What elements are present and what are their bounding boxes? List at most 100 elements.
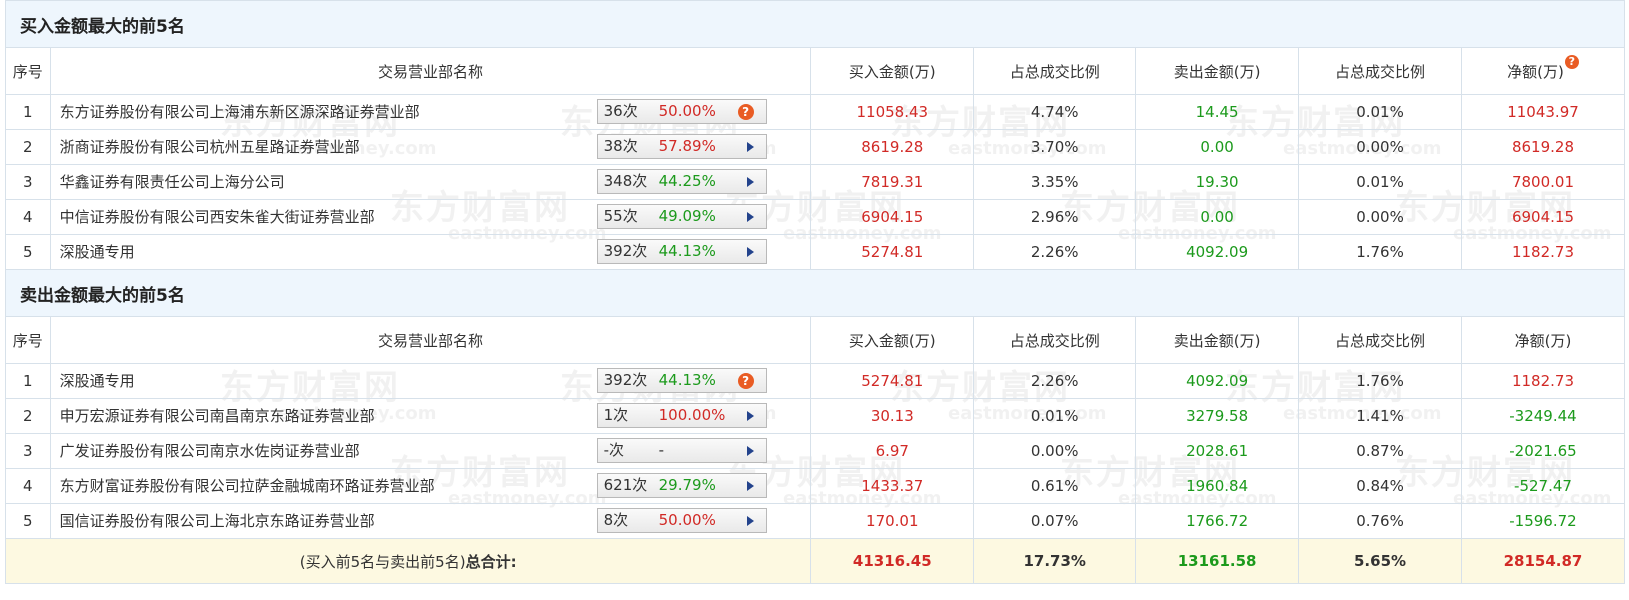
right-arrow-icon[interactable] bbox=[746, 411, 754, 421]
net-amount: 7800.01 bbox=[1460, 164, 1626, 200]
right-arrow-icon[interactable] bbox=[746, 212, 754, 222]
sell-ratio: 1.76% bbox=[1298, 363, 1462, 399]
branch-name[interactable]: 华鑫证券有限责任公司上海分公司 bbox=[60, 166, 285, 199]
branch-name[interactable]: 中信证券股份有限公司西安朱雀大街证券营业部 bbox=[60, 201, 375, 234]
buy-amount: 5274.81 bbox=[810, 234, 975, 270]
branch-cell: 华鑫证券有限责任公司上海分公司 348次 44.25% bbox=[49, 164, 812, 200]
branch-cell: 东方证券股份有限公司上海浦东新区源深路证券营业部 36次 50.00%? bbox=[49, 94, 812, 130]
buy-amount: 6904.15 bbox=[810, 199, 975, 235]
buy-ratio: 2.96% bbox=[973, 199, 1137, 235]
history-stats-button[interactable]: 8次 50.00% bbox=[596, 508, 767, 533]
col-sell-ratio: 占总成交比例 bbox=[1298, 47, 1462, 95]
row-seq: 1 bbox=[5, 94, 51, 130]
sell-ratio: 0.76% bbox=[1298, 503, 1462, 539]
question-icon[interactable]: ? bbox=[737, 373, 754, 389]
sell-ratio: 0.00% bbox=[1298, 129, 1462, 165]
table-row: 5 国信证券股份有限公司上海北京东路证券营业部 8次 50.00% 170.01 0.07… bbox=[5, 503, 1626, 539]
history-stats-button[interactable]: 392次 44.13% bbox=[596, 239, 767, 264]
col-net: 净额(万) bbox=[1460, 316, 1626, 364]
branch-cell: 浙商证券股份有限公司杭州五星路证券营业部 38次 57.89% bbox=[49, 129, 812, 165]
net-amount: 1182.73 bbox=[1460, 363, 1626, 399]
win-rate: 50.00% bbox=[658, 511, 716, 529]
history-stats-button[interactable]: 1次 100.00% bbox=[596, 403, 767, 428]
table-row: 1 东方证券股份有限公司上海浦东新区源深路证券营业部 36次 50.00%? 11058… bbox=[5, 94, 1626, 130]
total-label: (买入前5名与卖出前5名)总合计: bbox=[4, 538, 812, 584]
sell-amount: 4092.09 bbox=[1135, 363, 1300, 399]
sell-ratio: 1.76% bbox=[1298, 234, 1462, 270]
right-arrow-icon[interactable] bbox=[746, 177, 754, 187]
buy-ratio: 3.35% bbox=[973, 164, 1137, 200]
history-stats-button[interactable]: -次 - bbox=[596, 438, 767, 463]
right-arrow-icon[interactable] bbox=[746, 481, 754, 491]
table-row: 3 广发证券股份有限公司南京水佐岗证券营业部 -次 - 6.97 0.00% 2028.61… bbox=[5, 433, 1626, 469]
total-net: 28154.87 bbox=[1460, 538, 1626, 584]
branch-name[interactable]: 申万宏源证券有限公司南昌南京东路证券营业部 bbox=[60, 400, 375, 433]
win-rate: 57.89% bbox=[658, 137, 716, 155]
section-title: 买入金额最大的前5名 bbox=[5, 0, 1625, 48]
net-amount: -3249.44 bbox=[1460, 398, 1626, 434]
history-stats-button[interactable]: 38次 57.89% bbox=[596, 134, 767, 159]
history-stats-button[interactable]: 36次 50.00%? bbox=[596, 99, 767, 124]
right-arrow-icon[interactable] bbox=[746, 516, 754, 526]
branch-cell: 东方财富证券股份有限公司拉萨金融城南环路证券营业部 621次 29.79% bbox=[49, 468, 812, 504]
history-stats-button[interactable]: 348次 44.25% bbox=[596, 169, 767, 194]
dragon-tiger-table: 买入金额最大的前5名 序号 交易营业部名称 买入金额(万) 占总成交比例 卖出金额(万) 占… bbox=[4, 0, 1626, 584]
buy-amount: 30.13 bbox=[810, 398, 975, 434]
branch-cell: 中信证券股份有限公司西安朱雀大街证券营业部 55次 49.09% bbox=[49, 199, 812, 235]
question-icon[interactable]: ? bbox=[1564, 54, 1579, 69]
col-buy: 买入金额(万) bbox=[810, 47, 975, 95]
buy-amount: 8619.28 bbox=[810, 129, 975, 165]
net-amount: 1182.73 bbox=[1460, 234, 1626, 270]
buy-amount: 5274.81 bbox=[810, 363, 975, 399]
branch-cell: 深股通专用 392次 44.13%? bbox=[49, 363, 812, 399]
column-header-row: 序号 交易营业部名称 买入金额(万) 占总成交比例 卖出金额(万) 占总成交比例 净额(万)… bbox=[5, 47, 1626, 95]
win-rate: 44.13% bbox=[658, 242, 716, 260]
right-arrow-icon[interactable] bbox=[746, 446, 754, 456]
col-buy-ratio: 占总成交比例 bbox=[973, 47, 1137, 95]
col-net-label: 净额(万) bbox=[1514, 331, 1572, 350]
sell-amount: 19.30 bbox=[1135, 164, 1300, 200]
buy-amount: 1433.37 bbox=[810, 468, 975, 504]
buy-ratio: 0.07% bbox=[973, 503, 1137, 539]
right-arrow-icon[interactable] bbox=[746, 247, 754, 257]
branch-cell: 申万宏源证券有限公司南昌南京东路证券营业部 1次 100.00% bbox=[49, 398, 812, 434]
buy-amount: 7819.31 bbox=[810, 164, 975, 200]
table-row: 2 申万宏源证券有限公司南昌南京东路证券营业部 1次 100.00% 30.13 0.01… bbox=[5, 398, 1626, 434]
net-amount: 11043.97 bbox=[1460, 94, 1626, 130]
buy-ratio: 2.26% bbox=[973, 234, 1137, 270]
sell-amount: 2028.61 bbox=[1135, 433, 1300, 469]
buy-ratio: 0.61% bbox=[973, 468, 1137, 504]
branch-name[interactable]: 深股通专用 bbox=[60, 365, 135, 398]
branch-name[interactable]: 浙商证券股份有限公司杭州五星路证券营业部 bbox=[60, 131, 360, 164]
sell-amount: 4092.09 bbox=[1135, 234, 1300, 270]
branch-name[interactable]: 东方财富证券股份有限公司拉萨金融城南环路证券营业部 bbox=[60, 470, 435, 503]
col-name: 交易营业部名称 bbox=[49, 316, 812, 364]
listing-count: 348次 bbox=[603, 172, 648, 190]
question-icon[interactable]: ? bbox=[737, 104, 754, 120]
sell-amount: 1766.72 bbox=[1135, 503, 1300, 539]
branch-cell: 国信证券股份有限公司上海北京东路证券营业部 8次 50.00% bbox=[49, 503, 812, 539]
sell-ratio: 0.01% bbox=[1298, 94, 1462, 130]
buy-amount: 170.01 bbox=[810, 503, 975, 539]
sell-ratio: 1.41% bbox=[1298, 398, 1462, 434]
branch-name[interactable]: 东方证券股份有限公司上海浦东新区源深路证券营业部 bbox=[60, 96, 420, 129]
history-stats-button[interactable]: 621次 29.79% bbox=[596, 473, 767, 498]
buy-amount: 6.97 bbox=[810, 433, 975, 469]
row-seq: 3 bbox=[5, 164, 51, 200]
history-stats-button[interactable]: 55次 49.09% bbox=[596, 204, 767, 229]
win-rate: 29.79% bbox=[658, 476, 716, 494]
sell-amount: 0.00 bbox=[1135, 129, 1300, 165]
sell-ratio: 0.87% bbox=[1298, 433, 1462, 469]
sell-amount: 0.00 bbox=[1135, 199, 1300, 235]
col-sell: 卖出金额(万) bbox=[1135, 316, 1300, 364]
net-amount: 6904.15 bbox=[1460, 199, 1626, 235]
win-rate: 49.09% bbox=[658, 207, 716, 225]
buy-ratio: 4.74% bbox=[973, 94, 1137, 130]
listing-count: 621次 bbox=[603, 476, 648, 494]
branch-name[interactable]: 国信证券股份有限公司上海北京东路证券营业部 bbox=[60, 505, 375, 538]
history-stats-button[interactable]: 392次 44.13%? bbox=[596, 368, 767, 393]
branch-name[interactable]: 广发证券股份有限公司南京水佐岗证券营业部 bbox=[60, 435, 360, 468]
branch-name[interactable]: 深股通专用 bbox=[60, 236, 135, 269]
right-arrow-icon[interactable] bbox=[746, 142, 754, 152]
win-rate: - bbox=[658, 441, 665, 459]
